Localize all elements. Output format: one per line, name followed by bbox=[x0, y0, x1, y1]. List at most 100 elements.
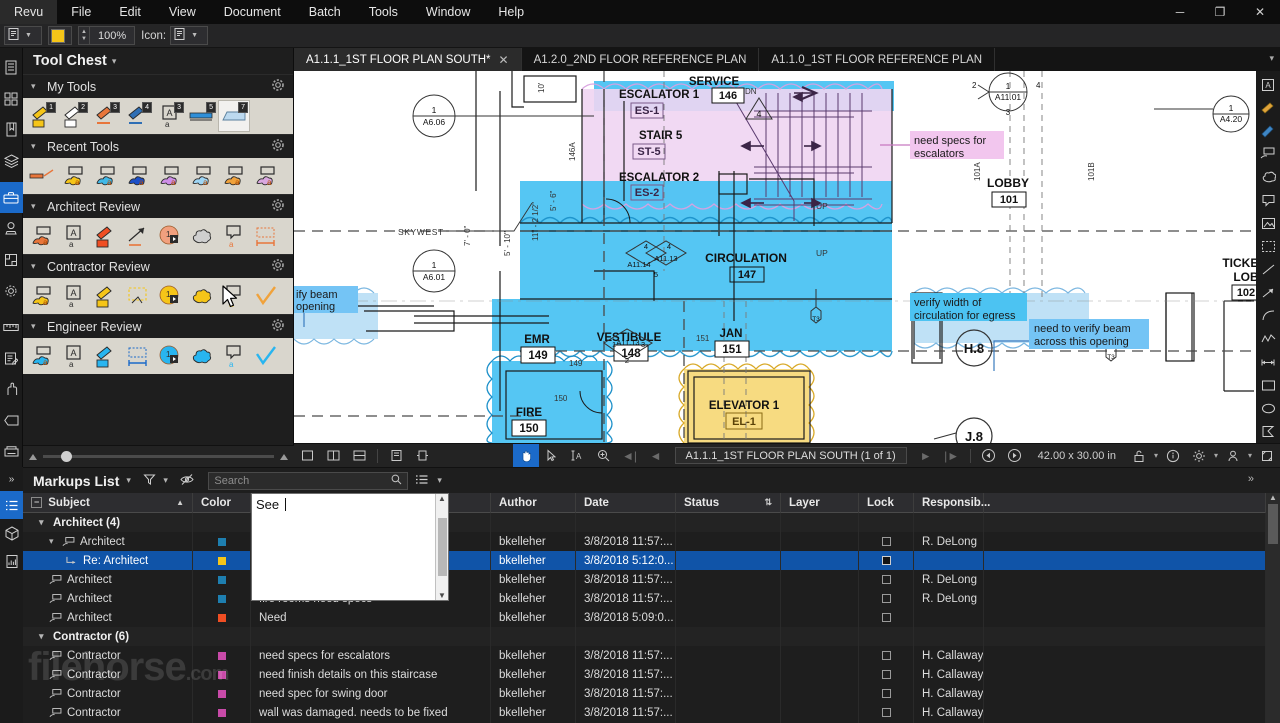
bookmarks-icon[interactable] bbox=[0, 114, 23, 145]
search-icon[interactable] bbox=[391, 474, 402, 488]
thumbnails-icon[interactable] bbox=[0, 52, 23, 83]
first-page-icon[interactable]: ◄| bbox=[617, 444, 643, 468]
lock-checkbox[interactable] bbox=[881, 708, 891, 717]
measurements-icon[interactable] bbox=[0, 312, 23, 343]
grid-view-icon[interactable] bbox=[0, 83, 23, 114]
menu-item-help[interactable]: Help bbox=[484, 0, 538, 24]
two-page-view-icon[interactable] bbox=[320, 444, 346, 468]
stamp-tool[interactable]: 1 bbox=[155, 281, 185, 311]
stepper-arrows[interactable]: ▲ ▼ bbox=[79, 27, 90, 44]
lock-checkbox[interactable] bbox=[881, 594, 891, 603]
table-row[interactable]: Contractor need finish details on this st… bbox=[23, 665, 1280, 684]
pen-tool-white[interactable]: 2 bbox=[59, 101, 89, 131]
measure-tool[interactable] bbox=[251, 221, 281, 251]
next-view-icon[interactable] bbox=[1002, 444, 1028, 468]
scrollbar-thumb[interactable] bbox=[1268, 504, 1278, 544]
fullscreen-icon[interactable] bbox=[1254, 444, 1280, 468]
menu-item-edit[interactable]: Edit bbox=[105, 0, 155, 24]
callout-tool[interactable]: a bbox=[27, 221, 57, 251]
previous-view-icon[interactable] bbox=[976, 444, 1002, 468]
brightness-icon[interactable] bbox=[1186, 444, 1212, 468]
scrollbar-thumb[interactable] bbox=[437, 518, 447, 576]
column-header-responsib[interactable]: Responsib... bbox=[914, 493, 990, 513]
last-page-icon[interactable]: |► bbox=[939, 444, 965, 468]
callout-pink-tool[interactable]: a bbox=[251, 161, 281, 191]
column-header-date[interactable]: Date bbox=[576, 493, 676, 513]
column-header-color[interactable]: Color bbox=[193, 493, 251, 513]
chevron-down-icon[interactable]: ▾ bbox=[39, 517, 49, 528]
expand-all-icon[interactable]: − bbox=[31, 497, 43, 508]
text-box-tool[interactable]: Aa bbox=[59, 221, 89, 251]
text-box-tool[interactable]: Aa bbox=[59, 281, 89, 311]
pen-tool-orange[interactable]: 3 bbox=[91, 101, 121, 131]
dimension-icon[interactable] bbox=[1256, 351, 1280, 374]
lock-checkbox[interactable] bbox=[881, 556, 891, 565]
callout-tool[interactable]: a bbox=[27, 341, 57, 371]
table-row[interactable]: Re: Architect bkelleher 3/8/2018 5:12:0... bbox=[23, 551, 1280, 570]
column-header-status[interactable]: Status ⇅ bbox=[676, 493, 781, 513]
scroll-up-icon[interactable]: ▲ bbox=[438, 494, 446, 503]
pen-tool-blue[interactable]: 4 bbox=[123, 101, 153, 131]
comment-edit-textarea[interactable]: See bbox=[252, 494, 435, 600]
gear-icon[interactable] bbox=[271, 318, 285, 335]
menu-item-window[interactable]: Window bbox=[412, 0, 484, 24]
chevron-down-icon[interactable]: ▾ bbox=[112, 56, 122, 67]
lock-checkbox[interactable] bbox=[881, 651, 891, 660]
search-input[interactable] bbox=[214, 474, 392, 487]
spaces-icon[interactable] bbox=[0, 244, 23, 275]
column-header-author[interactable]: Author bbox=[491, 493, 576, 513]
tool-group-header-contractor-review[interactable]: ▾ Contractor Review bbox=[23, 254, 293, 278]
icon-dropdown[interactable]: ▼ bbox=[170, 26, 209, 45]
lock-checkbox[interactable] bbox=[881, 537, 891, 546]
cloud-plus-tool[interactable]: 7 bbox=[218, 100, 250, 132]
lock-checkbox[interactable] bbox=[881, 670, 891, 679]
callout-tool[interactable]: a bbox=[27, 281, 57, 311]
chevron-down-icon[interactable]: ▾ bbox=[1152, 451, 1160, 460]
expand-panel-icon[interactable]: » bbox=[1248, 473, 1254, 485]
zoom-slider[interactable] bbox=[43, 451, 274, 462]
chevron-down-icon[interactable]: ▾ bbox=[31, 201, 41, 212]
3d-model-icon[interactable] bbox=[0, 519, 23, 547]
chevron-down-icon[interactable]: ▾ bbox=[39, 631, 49, 642]
arc-icon[interactable] bbox=[1256, 304, 1280, 327]
fit-width-icon[interactable] bbox=[409, 444, 435, 468]
zoom-in-icon[interactable] bbox=[280, 453, 288, 460]
chevron-down-icon[interactable]: ▾ bbox=[437, 475, 447, 486]
pen-icon[interactable] bbox=[1256, 119, 1280, 142]
note-tool[interactable]: a bbox=[219, 221, 249, 251]
highlighter-tool[interactable] bbox=[91, 281, 121, 311]
page-indicator[interactable]: A1.1.1_1ST FLOOR PLAN SOUTH (1 of 1) bbox=[674, 447, 907, 464]
column-header-blank[interactable] bbox=[984, 493, 1266, 513]
menu-item-document[interactable]: Document bbox=[210, 0, 295, 24]
table-group-row[interactable]: ▾ Architect (4) bbox=[23, 513, 1280, 532]
arrow-icon[interactable] bbox=[1256, 281, 1280, 304]
close-icon[interactable]: ✕ bbox=[499, 53, 509, 67]
cloud-tool[interactable] bbox=[187, 281, 217, 311]
callout-lightblue-tool[interactable]: a bbox=[187, 161, 217, 191]
chevron-down-icon[interactable]: ▾ bbox=[31, 141, 41, 152]
snapshot-icon[interactable] bbox=[1256, 235, 1280, 258]
text-box-icon[interactable]: A bbox=[1256, 73, 1280, 96]
snapshot-tool[interactable] bbox=[123, 281, 153, 311]
chevron-down-icon[interactable]: ▾ bbox=[163, 475, 173, 486]
chevron-down-icon[interactable]: ▾ bbox=[49, 536, 59, 547]
tags-icon[interactable] bbox=[0, 405, 23, 436]
collapse-panel-icon[interactable]: » bbox=[0, 467, 23, 491]
zoom-slider-knob[interactable] bbox=[61, 451, 72, 462]
info-icon[interactable] bbox=[1160, 444, 1186, 468]
style-dropdown[interactable]: ▼ bbox=[4, 26, 42, 45]
highlighter-tool[interactable]: 1 bbox=[27, 101, 57, 131]
highlight-bar-tool[interactable]: 5 bbox=[187, 101, 217, 131]
note-tool[interactable]: a bbox=[219, 341, 249, 371]
gear-icon[interactable] bbox=[271, 138, 285, 155]
chevron-down-icon[interactable]: ▾ bbox=[31, 321, 41, 332]
account-icon[interactable] bbox=[1220, 444, 1246, 468]
menu-item-view[interactable]: View bbox=[155, 0, 210, 24]
lock-checkbox[interactable] bbox=[881, 613, 891, 622]
table-row[interactable]: Contractor need specs for escalators bkell… bbox=[23, 646, 1280, 665]
color-picker[interactable] bbox=[48, 26, 72, 45]
chevron-down-icon[interactable]: ▾ bbox=[1269, 53, 1274, 64]
tool-chest-icon[interactable] bbox=[0, 182, 23, 213]
chevron-down-icon[interactable]: ▾ bbox=[31, 81, 41, 92]
menu-item-tools[interactable]: Tools bbox=[355, 0, 412, 24]
